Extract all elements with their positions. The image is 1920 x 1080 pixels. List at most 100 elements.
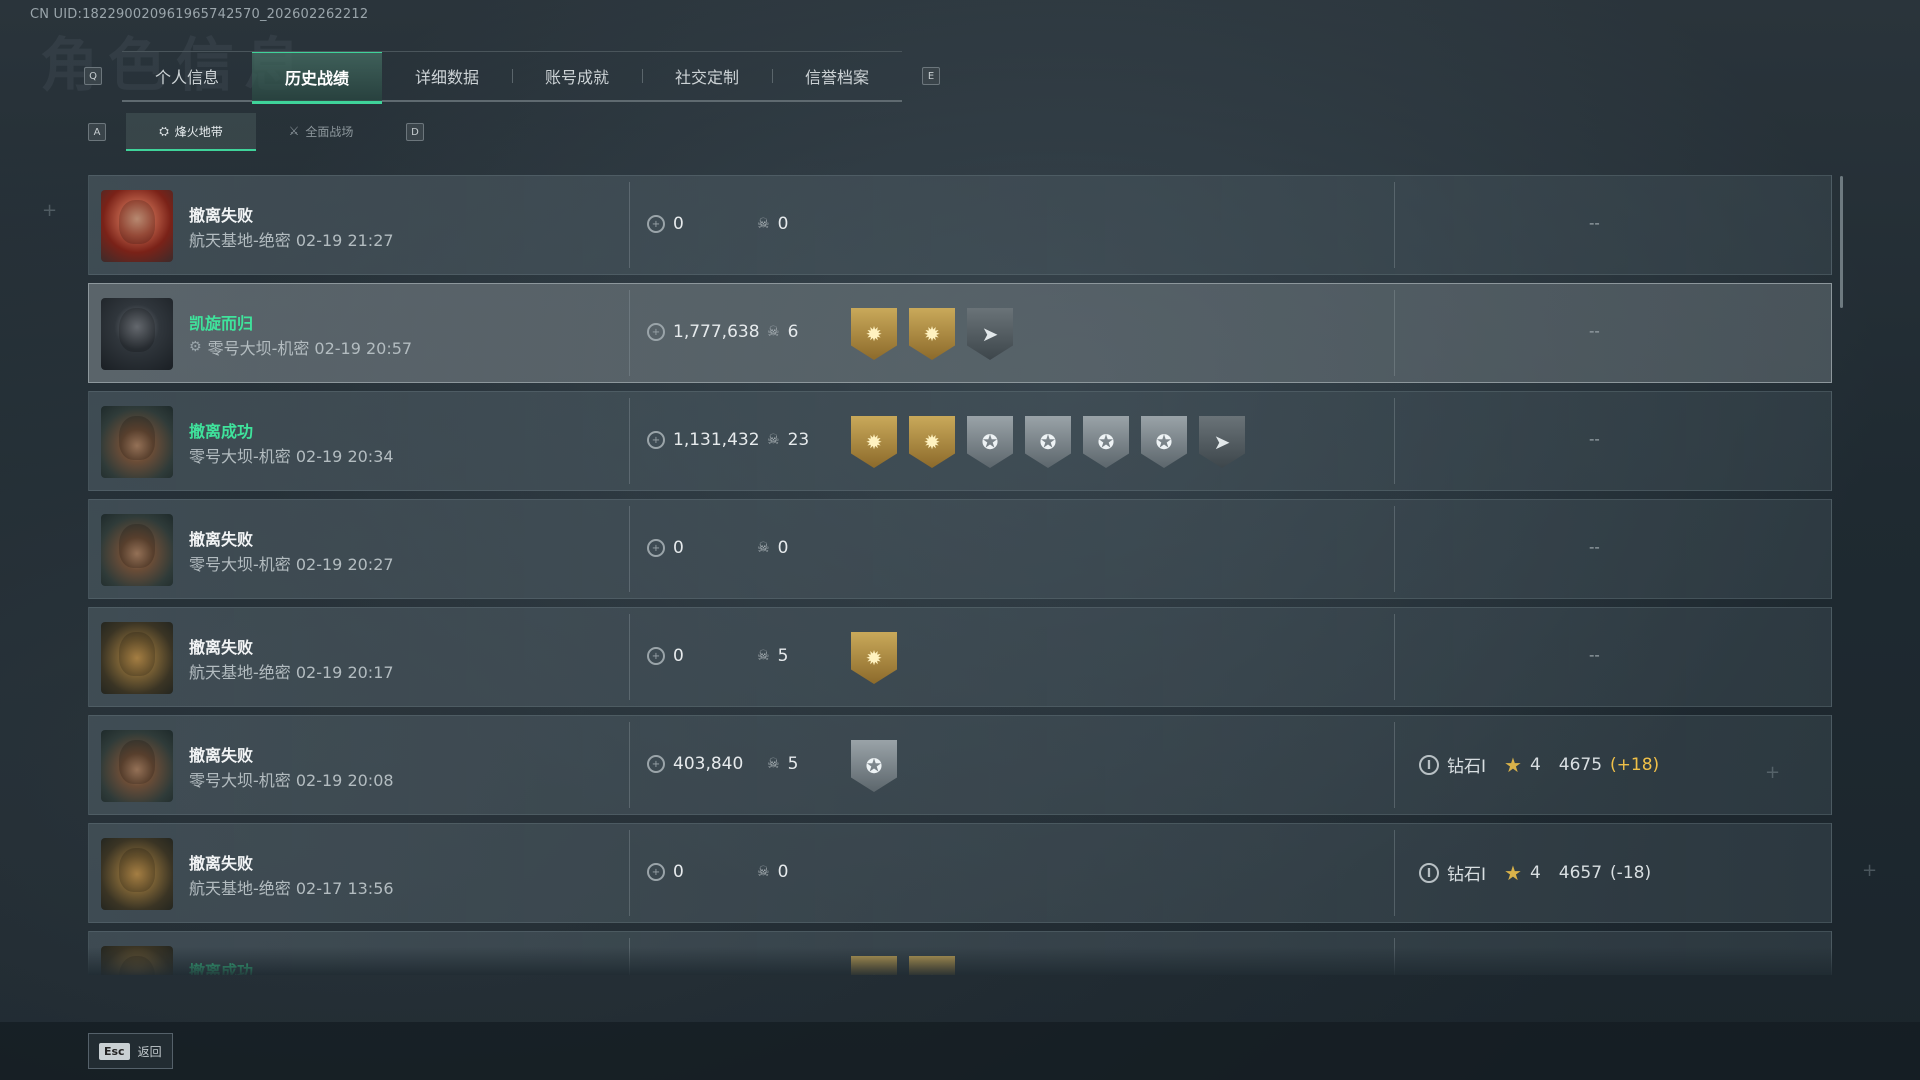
match-row[interactable]: 撤离成功 零号大坝-机密 02-19 20:34 +1,131,432 ☠ 23 ✹ ✹ ✪ ✪… <box>88 391 1832 491</box>
map-and-time: 航天基地-绝密 02-17 13:56 <box>189 875 394 899</box>
rank-tier-icon: Ⅰ <box>1419 754 1439 775</box>
match-row[interactable]: 撤离失败 航天基地-绝密 02-17 13:56 +0 ☠ 0 Ⅰ 钻石Ⅰ ★ 4 4657 (-1… <box>88 823 1832 923</box>
map-text: 航天基地-绝密 02-19 21:27 <box>189 231 394 250</box>
prev-subtab-key[interactable]: A <box>88 123 106 141</box>
medal-icon[interactable]: ✹ <box>909 308 955 360</box>
medal-icon[interactable]: ✹ <box>851 308 897 360</box>
map-text: 零号大坝-机密 02-19 20:27 <box>189 555 394 574</box>
bottom-bar <box>0 1022 1920 1080</box>
list-fade <box>88 947 1832 975</box>
tab-5[interactable]: 信誉档案 <box>772 52 902 100</box>
map-and-time: 航天基地-绝密 02-19 21:27 <box>189 227 394 251</box>
next-subtab-key[interactable]: D <box>406 123 424 141</box>
rank-delta: (-18) <box>1610 862 1652 883</box>
operator-avatar <box>101 730 173 802</box>
map-text: 零号大坝-机密 02-19 20:08 <box>189 771 394 790</box>
tab-3[interactable]: 账号成就 <box>512 52 642 100</box>
next-tab-key[interactable]: E <box>922 67 940 85</box>
tab-1[interactable]: 历史战绩 <box>252 51 382 104</box>
medal-icon[interactable]: ✪ <box>851 740 897 792</box>
match-row[interactable]: 撤离失败 零号大坝-机密 02-19 20:27 +0 ☠ 0 -- <box>88 499 1832 599</box>
subtab-strip: ⛭ 烽火地带 ⚔ 全面战场 <box>126 113 386 151</box>
medal-icon[interactable]: ✪ <box>1141 416 1187 468</box>
operator-avatar <box>101 298 173 370</box>
column-divider <box>629 506 630 592</box>
coin-icon: + <box>647 215 665 233</box>
operator-avatar <box>101 406 173 478</box>
list-scrollbar[interactable] <box>1840 176 1843 308</box>
battlefield-icon: ⚔ <box>288 124 300 138</box>
skull-icon: ☠ <box>767 432 780 448</box>
loot-value: +1,131,432 <box>647 430 760 450</box>
medal-list: ✹ <box>851 632 897 684</box>
medal-icon[interactable]: ➤ <box>1199 416 1245 468</box>
decor-plus-icon: + <box>42 200 58 221</box>
medal-icon[interactable]: ➤ <box>967 308 1013 360</box>
subtab-0[interactable]: ⛭ 烽火地带 <box>126 113 256 151</box>
map-text: 航天基地-绝密 02-19 20:17 <box>189 663 394 682</box>
esc-key-icon: Esc <box>99 1042 130 1060</box>
tab-0[interactable]: 个人信息 <box>122 52 252 100</box>
loot-value-text: 0 <box>673 646 684 666</box>
kill-count-text: 6 <box>787 322 799 342</box>
operator-avatar <box>101 838 173 910</box>
rank-empty: -- <box>1589 430 1600 448</box>
coin-icon: + <box>647 863 665 881</box>
loot-value: +403,840 <box>647 754 743 774</box>
loot-value-text: 1,777,638 <box>673 322 760 342</box>
map-text: 零号大坝-机密 02-19 20:34 <box>189 447 394 466</box>
back-label: 返回 <box>137 1044 162 1059</box>
extraction-status: 撤离失败 <box>189 206 254 225</box>
kill-count: ☠ 0 <box>757 214 788 234</box>
coin-icon: + <box>647 755 665 773</box>
map-and-time: 零号大坝-机密 02-19 20:08 <box>189 767 394 791</box>
coin-icon: + <box>647 647 665 665</box>
column-divider <box>1394 722 1395 808</box>
operator-avatar <box>101 514 173 586</box>
kill-count: ☠ 5 <box>757 646 788 666</box>
match-row[interactable]: 撤离失败 零号大坝-机密 02-19 20:08 +403,840 ☠ 5 ✪ Ⅰ 钻石Ⅰ ★ 4… <box>88 715 1832 815</box>
match-row[interactable]: 撤离失败 航天基地-绝密 02-19 21:27 +0 ☠ 0 -- <box>88 175 1832 275</box>
back-button[interactable]: Esc 返回 <box>88 1033 173 1069</box>
kill-count-text: 0 <box>777 214 789 234</box>
skull-icon: ☠ <box>767 756 780 772</box>
medal-icon[interactable]: ✹ <box>851 416 897 468</box>
tab-4[interactable]: 社交定制 <box>642 52 772 100</box>
medal-icon[interactable]: ✹ <box>851 632 897 684</box>
column-divider <box>629 398 630 484</box>
medal-icon[interactable]: ✪ <box>1025 416 1071 468</box>
map-and-time: ⚙ 零号大坝-机密 02-19 20:57 <box>189 335 412 359</box>
squad-icon: ⚙ <box>189 339 202 355</box>
medal-list: ✹ ✹ ✪ ✪ ✪ ✪ ➤ <box>851 416 1245 468</box>
column-divider <box>1394 614 1395 700</box>
rank-tier: 钻石Ⅰ <box>1447 865 1487 885</box>
match-history-list[interactable]: 撤离失败 航天基地-绝密 02-19 21:27 +0 ☠ 0 -- 凯旋而归 ⚙ 零号大坝-机… <box>88 175 1832 975</box>
column-divider <box>1394 290 1395 376</box>
extraction-status: 撤离失败 <box>189 854 254 873</box>
map-text: 零号大坝-机密 02-19 20:57 <box>207 339 413 358</box>
loot-value-text: 1,131,432 <box>673 430 760 450</box>
skull-icon: ☠ <box>767 324 780 340</box>
column-divider <box>629 290 630 376</box>
rank-info: Ⅰ 钻石Ⅰ ★ 4 4675 (+18) <box>1419 752 1659 777</box>
zone-icon: ⛭ <box>159 123 169 138</box>
medal-icon[interactable]: ✹ <box>909 416 955 468</box>
coin-icon: + <box>647 323 665 341</box>
star-icon: ★ <box>1504 752 1522 777</box>
skull-icon: ☠ <box>757 540 770 556</box>
rank-delta: (+18) <box>1610 754 1660 775</box>
tab-2[interactable]: 详细数据 <box>382 52 512 100</box>
kill-count: ☠ 0 <box>757 538 788 558</box>
subtab-1[interactable]: ⚔ 全面战场 <box>256 113 386 149</box>
subtab-label: 全面战场 <box>305 124 354 139</box>
kill-count: ☠ 6 <box>767 322 798 342</box>
prev-tab-key[interactable]: Q <box>84 67 102 85</box>
coin-icon: + <box>647 431 665 449</box>
medal-icon[interactable]: ✪ <box>967 416 1013 468</box>
match-row[interactable]: 撤离失败 航天基地-绝密 02-19 20:17 +0 ☠ 5 ✹ -- <box>88 607 1832 707</box>
skull-icon: ☠ <box>757 648 770 664</box>
medal-icon[interactable]: ✪ <box>1083 416 1129 468</box>
column-divider <box>1394 398 1395 484</box>
coin-icon: + <box>647 539 665 557</box>
match-row[interactable]: 凯旋而归 ⚙ 零号大坝-机密 02-19 20:57 +1,777,638 ☠ 6 ✹ ✹ ➤ -… <box>88 283 1832 383</box>
